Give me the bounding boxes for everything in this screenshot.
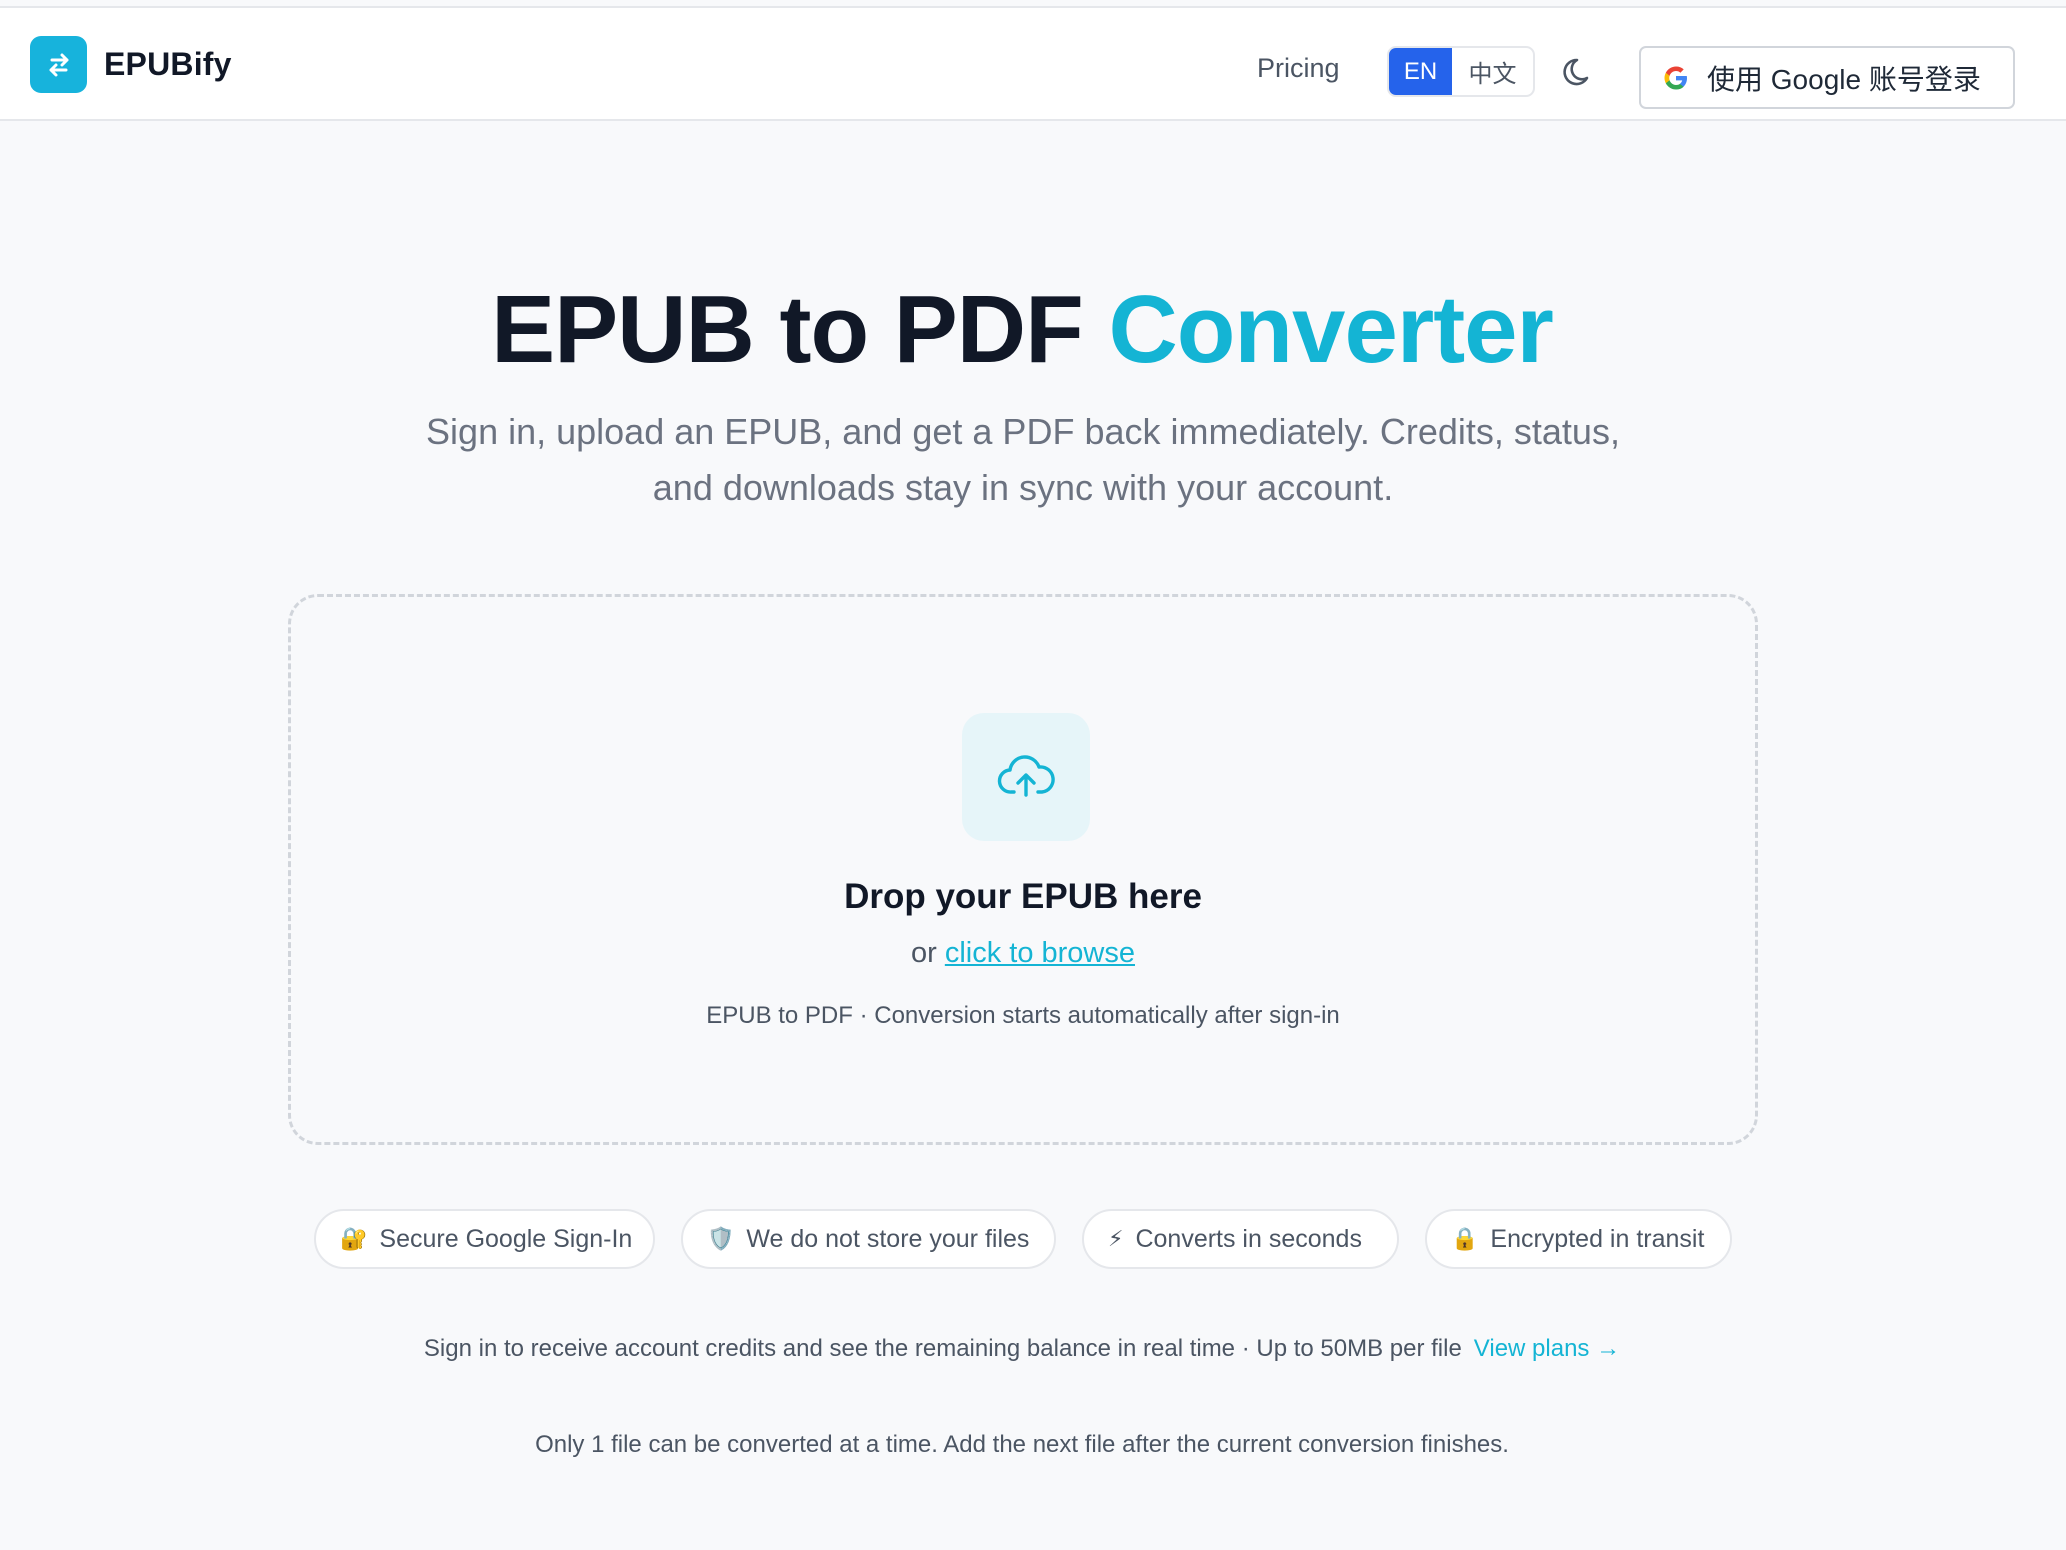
page-title: EPUB to PDF Converter: [0, 275, 2044, 385]
lightning-icon: ⚡: [1108, 1226, 1124, 1251]
browse-link[interactable]: click to browse: [945, 937, 1135, 969]
lang-en-button[interactable]: EN: [1389, 48, 1452, 95]
pricing-link[interactable]: Pricing: [1257, 53, 1340, 84]
feature-label: Converts in seconds: [1135, 1224, 1362, 1253]
language-toggle: EN 中文: [1387, 46, 1535, 97]
google-icon: [1664, 66, 1687, 89]
feature-badge-no-storage: 🛡️ We do not store your files: [681, 1209, 1056, 1269]
credits-text: Sign in to receive account credits and s…: [423, 1335, 1462, 1362]
dropzone-title: Drop your EPUB here: [844, 877, 1202, 916]
feature-label: Secure Google Sign-In: [379, 1224, 633, 1253]
title-accent: Converter: [1108, 276, 1553, 383]
lock-key-icon: 🔐: [340, 1226, 368, 1251]
dropzone-browse-line: or click to browse: [291, 937, 1755, 970]
cloud-upload-icon: [962, 713, 1090, 841]
swap-arrows-icon: [30, 36, 87, 93]
moon-icon[interactable]: [1559, 52, 1599, 92]
feature-label: We do not store your files: [746, 1224, 1030, 1253]
lock-icon: 🔒: [1451, 1226, 1479, 1251]
feature-badge-encrypted: 🔒 Encrypted in transit: [1425, 1209, 1732, 1269]
upload-dropzone[interactable]: Drop your EPUB here or click to browse E…: [288, 594, 1758, 1145]
dropzone-or-text: or: [910, 937, 945, 969]
brand-name: EPUBify: [104, 46, 232, 82]
feature-badge-fast: ⚡ Converts in seconds: [1082, 1209, 1399, 1269]
google-signin-button[interactable]: 使用 Google 账号登录: [1639, 46, 2015, 109]
brand-logo[interactable]: EPUBify: [30, 36, 232, 93]
title-main: EPUB to PDF: [491, 276, 1109, 383]
feature-label: Encrypted in transit: [1490, 1224, 1705, 1253]
dropzone-hint: EPUB to PDF · Conversion starts automati…: [706, 1002, 1340, 1029]
credits-info: Sign in to receive account credits and s…: [0, 1335, 2044, 1363]
view-plans-link[interactable]: View plans →: [1474, 1335, 1620, 1362]
top-navbar: EPUBify Pricing EN 中文 使用 Google 账号登录: [0, 8, 2066, 121]
lang-zh-button[interactable]: 中文: [1452, 48, 1533, 95]
shield-icon: 🛡️: [707, 1226, 735, 1251]
page-subtitle: Sign in, upload an EPUB, and get a PDF b…: [426, 411, 1620, 508]
google-signin-label: 使用 Google 账号登录: [1707, 63, 1981, 95]
feature-badge-secure-signin: 🔐 Secure Google Sign-In: [314, 1209, 655, 1269]
conversion-limit-note: Only 1 file can be converted at a time. …: [535, 1431, 1509, 1458]
